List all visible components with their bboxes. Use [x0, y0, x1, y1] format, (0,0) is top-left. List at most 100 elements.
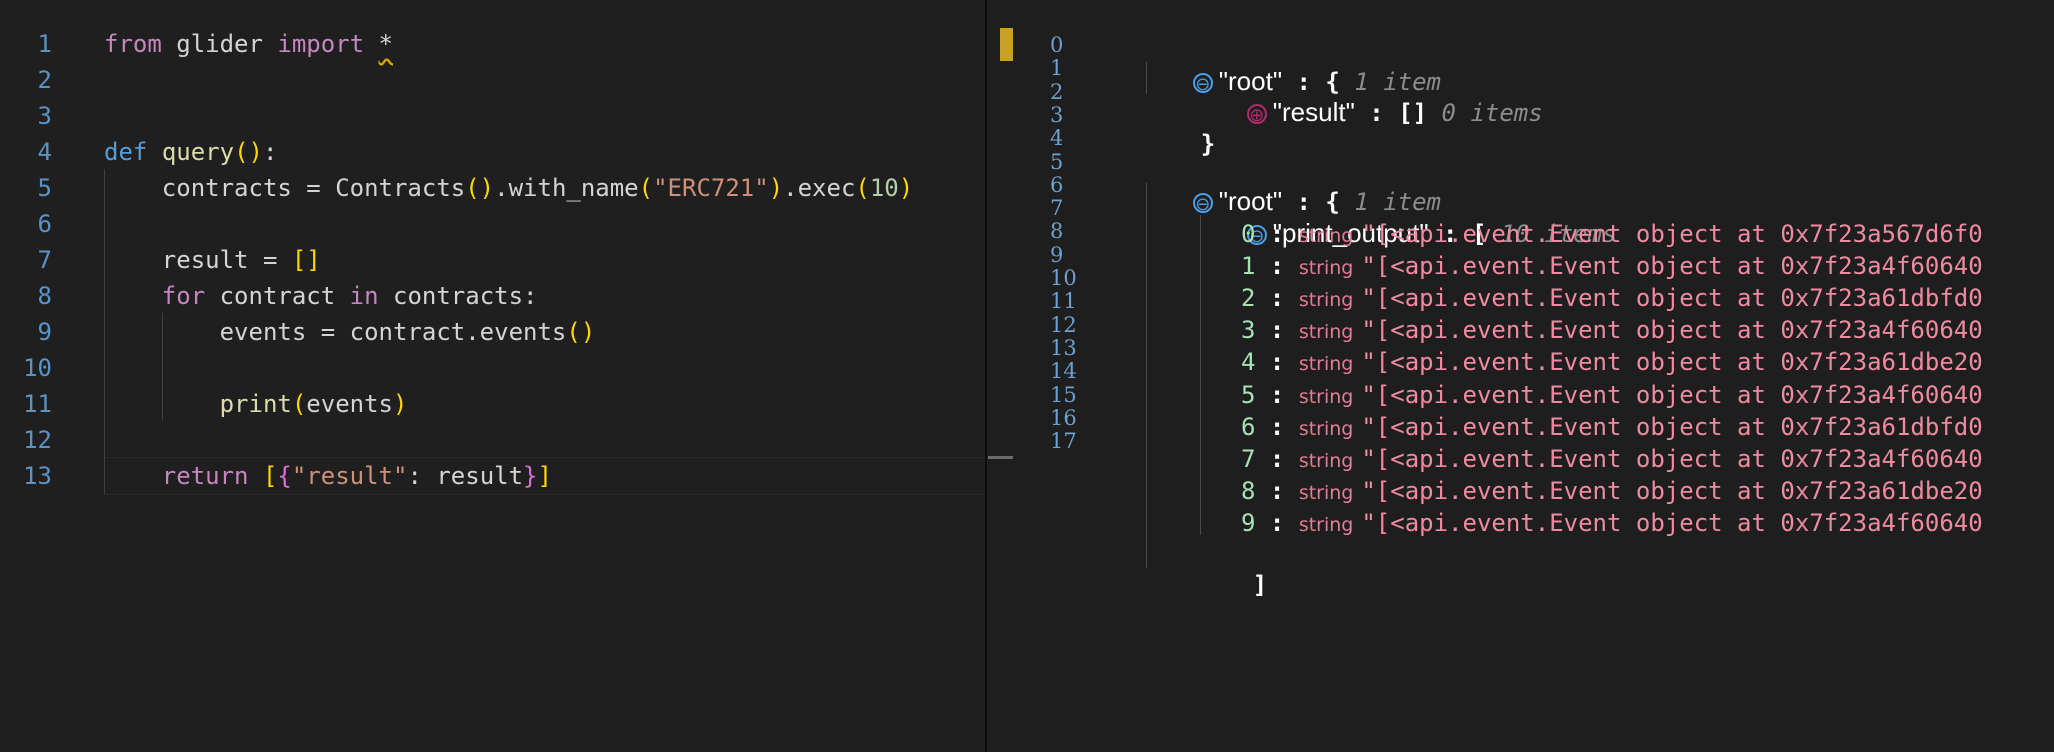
string-value: "[<api.event.Event object at 0x7f23a4f60… — [1361, 252, 1983, 280]
code-token: glider — [161, 30, 278, 58]
json-array-item[interactable]: 3 : string "[<api.event.Event object at 0… — [1241, 314, 1983, 346]
code-token: () — [566, 318, 596, 346]
code-line[interactable]: 6 — [0, 206, 985, 242]
code-token: contracts = Contracts — [104, 174, 466, 202]
line-number: 12 — [23, 426, 52, 454]
type-label: string — [1298, 353, 1354, 375]
scrollbar-warning-marker — [1000, 28, 1013, 61]
string-value: "[<api.event.Event object at 0x7f23a61db… — [1361, 348, 1983, 376]
json-viewer[interactable]: ⊖ "root" : { 1 item ⊕ "result" : [] 0 item… — [1015, 0, 2054, 752]
code-token: result = — [104, 246, 292, 274]
code-line[interactable]: 2 — [0, 62, 985, 98]
code-token: [ — [262, 462, 278, 490]
type-label: string — [1298, 386, 1354, 408]
code-line[interactable]: 1 from glider import * — [0, 26, 985, 62]
code-line[interactable]: 13 return [{"result": result}] — [0, 458, 985, 494]
code-text[interactable]: print(events) — [104, 386, 408, 422]
code-token: : result — [407, 462, 524, 490]
json-punctuation: : — [1255, 477, 1299, 505]
code-line[interactable]: 11 print(events) — [0, 386, 985, 422]
code-text[interactable]: from glider import * — [104, 26, 393, 62]
json-array-item[interactable]: 9 : string "[<api.event.Event object at 0… — [1241, 507, 1983, 539]
code-line[interactable]: 7 result = [] — [0, 242, 985, 278]
json-punctuation: : — [1255, 381, 1299, 409]
array-index: 3 — [1241, 316, 1256, 344]
code-text[interactable]: return [{"result": result}] — [104, 458, 552, 494]
code-text[interactable]: result = [] — [104, 242, 321, 278]
code-token: query — [161, 138, 235, 166]
code-text[interactable]: contracts = Contracts().with_name ( "ERC72… — [104, 170, 913, 206]
array-index: 4 — [1241, 348, 1256, 376]
code-token: [] — [291, 246, 321, 274]
code-token: ( — [855, 174, 870, 202]
code-line[interactable]: 8 for contract in contracts: — [0, 278, 985, 314]
json-array-item[interactable]: 0 : string "[<api.event.Event object at 0… — [1241, 218, 1983, 250]
json-punctuation: : — [1255, 413, 1299, 441]
string-value: "[<api.event.Event object at 0x7f23a61db… — [1361, 477, 1983, 505]
line-number: 8 — [37, 282, 52, 310]
type-label: string — [1298, 450, 1354, 472]
code-token: ] — [537, 462, 552, 490]
json-punctuation: : [] — [1354, 99, 1428, 127]
code-token: 10 — [869, 174, 899, 202]
line-number: 10 — [23, 354, 52, 382]
array-index: 7 — [1241, 445, 1256, 473]
string-value: "[<api.event.Event object at 0x7f23a61db… — [1361, 284, 1983, 312]
code-token: } — [523, 462, 538, 490]
json-array-item[interactable]: 6 : string "[<api.event.Event object at 0… — [1241, 411, 1983, 443]
code-token: events = contract.events — [104, 318, 567, 346]
code-line[interactable]: 3 — [0, 98, 985, 134]
code-token: .with_name — [494, 174, 639, 202]
code-text[interactable]: def query(): — [104, 134, 277, 170]
json-array-item[interactable]: 5 : string "[<api.event.Event object at 0… — [1241, 379, 1983, 411]
code-token: : — [262, 138, 278, 166]
json-item-count: 0 items — [1441, 99, 1543, 127]
code-text[interactable]: for contract in contracts: — [104, 278, 538, 314]
code-token: { — [277, 462, 292, 490]
line-number: 9 — [37, 318, 52, 346]
line-number: 5 — [37, 174, 52, 202]
code-token: ) — [393, 390, 408, 418]
json-print-output-row: ⊖ "print_output" : [ 10 items — [1189, 185, 1616, 248]
code-line[interactable]: 5 contracts = Contracts().with_name ( "ERC… — [0, 170, 985, 206]
code-text[interactable]: events = contract.events() — [104, 314, 596, 350]
code-token: from — [104, 30, 162, 58]
code-line[interactable]: 10 — [0, 350, 985, 386]
json-array-item[interactable]: 4 : string "[<api.event.Event object at 0… — [1241, 346, 1983, 378]
type-label: string — [1298, 514, 1354, 536]
scrollbar-thumb[interactable] — [988, 456, 1013, 459]
array-index: 1 — [1241, 252, 1256, 280]
array-index: 9 — [1241, 509, 1256, 537]
json-array-item[interactable]: 7 : string "[<api.event.Event object at 0… — [1241, 443, 1983, 475]
type-label: string — [1298, 418, 1354, 440]
json-result-row: ⊕ "result" : [] 0 items — [1189, 64, 1543, 127]
json-punctuation: ] — [1252, 571, 1268, 599]
code-line[interactable]: 12 — [0, 422, 985, 458]
editor-scrollbar[interactable] — [987, 0, 1013, 752]
code-token: import — [277, 30, 365, 58]
code-line[interactable]: 4 def query(): — [0, 134, 985, 170]
string-value: "[<api.event.Event object at 0x7f23a4f60… — [1361, 509, 1983, 537]
code-token: contract — [205, 282, 350, 310]
code-token: in — [349, 282, 379, 310]
expand-icon[interactable]: ⊕ — [1246, 104, 1267, 125]
json-array-item[interactable]: 2 : string "[<api.event.Event object at 0… — [1241, 282, 1983, 314]
json-array-item[interactable]: 8 : string "[<api.event.Event object at 0… — [1241, 475, 1983, 507]
tree-guide — [1200, 215, 1201, 535]
code-editor[interactable]: 1 from glider import * 2 3 4 def query(): 5 co… — [0, 0, 985, 752]
code-token: "ERC721" — [653, 174, 769, 202]
json-close-bracket: ] — [1195, 537, 1267, 599]
json-array-item[interactable]: 1 : string "[<api.event.Event object at 0… — [1241, 250, 1983, 282]
viewer-line-number: 17 — [1050, 429, 1077, 453]
code-line[interactable]: 9 events = contract.events() — [0, 314, 985, 350]
line-number: 2 — [37, 66, 52, 94]
type-label: string — [1298, 482, 1354, 504]
code-token: () — [465, 174, 495, 202]
string-value: "[<api.event.Event object at 0x7f23a61db… — [1361, 413, 1983, 441]
line-number: 6 — [37, 210, 52, 238]
json-punctuation: : — [1255, 509, 1299, 537]
